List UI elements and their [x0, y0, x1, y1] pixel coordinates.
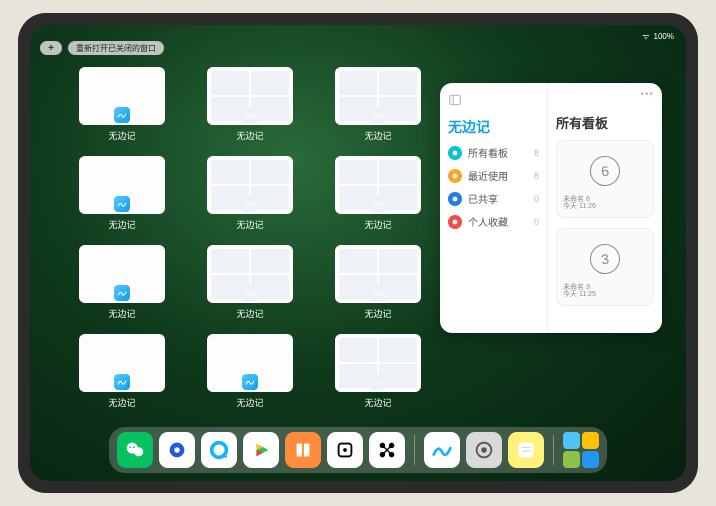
dock-app-connect[interactable]: [369, 432, 405, 468]
board-preview: 3: [563, 235, 647, 284]
freeform-badge-icon: [114, 285, 130, 301]
category-label: 最近使用: [468, 168, 508, 183]
freeform-badge-icon: [242, 285, 258, 301]
reopen-closed-window-button[interactable]: 重新打开已关闭的窗口: [68, 41, 164, 55]
freeform-panel[interactable]: 无边记 所有看板 8 最近使用 8 已共享 0 个人收藏 0 ••• 所有看板 6未命名 6今…: [440, 83, 662, 333]
window-thumbnail[interactable]: 无边记: [198, 245, 302, 320]
freeform-badge-icon: [370, 285, 386, 301]
category-label: 已共享: [468, 191, 498, 206]
category-row[interactable]: 最近使用 8: [448, 168, 539, 183]
window-label: 无边记: [364, 218, 391, 231]
dock-app-dice[interactable]: [327, 432, 363, 468]
freeform-badge-icon: [370, 374, 386, 390]
dock-app-browser-q[interactable]: [201, 432, 237, 468]
window-thumbnail[interactable]: 无边记: [326, 156, 430, 231]
dock-app-books[interactable]: [285, 432, 321, 468]
category-row[interactable]: 已共享 0: [448, 191, 539, 206]
dock-recent-apps[interactable]: [563, 432, 599, 468]
freeform-badge-icon: [370, 107, 386, 123]
dock-app-notes[interactable]: [508, 432, 544, 468]
panel-right-title: 所有看板: [556, 113, 654, 132]
panel-left-title: 无边记: [448, 117, 539, 137]
dock-separator: [414, 435, 415, 465]
window-thumbnail[interactable]: 无边记: [70, 245, 174, 320]
freeform-badge-icon: [242, 196, 258, 212]
window-thumbnail[interactable]: 无边记: [326, 67, 430, 142]
board-meta: 未命名 3今天 11:25: [563, 284, 647, 299]
window-thumbnail[interactable]: 无边记: [70, 67, 174, 142]
board-card[interactable]: 6未命名 6今天 11:26: [556, 140, 654, 218]
category-count: 0: [534, 194, 539, 204]
board-meta: 未命名 6今天 11:26: [563, 196, 647, 211]
category-icon: [448, 146, 462, 160]
board-card[interactable]: 3未命名 3今天 11:25: [556, 228, 654, 306]
dock-app-wechat[interactable]: [117, 432, 153, 468]
freeform-badge-icon: [114, 374, 130, 390]
dock: [109, 427, 607, 473]
freeform-badge-icon: [242, 374, 258, 390]
wifi-icon: ᯤ: [642, 31, 649, 42]
window-label: 无边记: [108, 218, 135, 231]
panel-sidebar: 无边记 所有看板 8 最近使用 8 已共享 0 个人收藏 0: [440, 83, 548, 333]
window-thumbnail[interactable]: 无边记: [70, 156, 174, 231]
window-label: 无边记: [364, 396, 391, 409]
window-thumbnail[interactable]: 无边记: [326, 245, 430, 320]
ipad-frame: ᯤ 100% + 重新打开已关闭的窗口 无边记无边记无边记无边记无边记无边记无边…: [18, 13, 698, 493]
dock-app-play[interactable]: [243, 432, 279, 468]
category-label: 所有看板: [468, 145, 508, 160]
category-row[interactable]: 个人收藏 0: [448, 214, 539, 229]
freeform-badge-icon: [370, 196, 386, 212]
more-icon[interactable]: •••: [640, 89, 654, 100]
category-icon: [448, 215, 462, 229]
window-thumbnail[interactable]: 无边记: [198, 67, 302, 142]
windows-grid: 无边记无边记无边记无边记无边记无边记无边记无边记无边记无边记无边记无边记: [70, 67, 430, 409]
window-thumbnail[interactable]: 无边记: [326, 334, 430, 409]
window-thumbnail[interactable]: 无边记: [198, 156, 302, 231]
category-row[interactable]: 所有看板 8: [448, 145, 539, 160]
window-label: 无边记: [108, 129, 135, 142]
dock-app-qqbrowser[interactable]: [159, 432, 195, 468]
window-label: 无边记: [364, 129, 391, 142]
dock-app-settings[interactable]: [466, 432, 502, 468]
category-label: 个人收藏: [468, 214, 508, 229]
freeform-badge-icon: [114, 107, 130, 123]
panel-toolbar-icon[interactable]: [448, 93, 539, 107]
screen: ᯤ 100% + 重新打开已关闭的窗口 无边记无边记无边记无边记无边记无边记无边…: [30, 25, 686, 481]
window-label: 无边记: [236, 218, 263, 231]
panel-content: ••• 所有看板 6未命名 6今天 11:26 3未命名 3今天 11:25: [548, 83, 662, 333]
window-label: 无边记: [236, 307, 263, 320]
new-window-button[interactable]: +: [40, 41, 62, 55]
category-count: 8: [534, 171, 539, 181]
freeform-badge-icon: [114, 196, 130, 212]
category-icon: [448, 192, 462, 206]
battery-label: 100%: [654, 32, 674, 41]
window-label: 无边记: [364, 307, 391, 320]
window-thumbnail[interactable]: 无边记: [70, 334, 174, 409]
window-thumbnail[interactable]: 无边记: [198, 334, 302, 409]
topbar: + 重新打开已关闭的窗口: [40, 41, 164, 55]
dock-separator: [553, 435, 554, 465]
freeform-badge-icon: [242, 107, 258, 123]
category-count: 0: [534, 217, 539, 227]
window-label: 无边记: [108, 396, 135, 409]
window-label: 无边记: [236, 129, 263, 142]
category-icon: [448, 169, 462, 183]
dock-app-freeform[interactable]: [424, 432, 460, 468]
window-label: 无边记: [108, 307, 135, 320]
board-preview: 6: [563, 147, 647, 196]
window-label: 无边记: [236, 396, 263, 409]
category-count: 8: [534, 148, 539, 158]
